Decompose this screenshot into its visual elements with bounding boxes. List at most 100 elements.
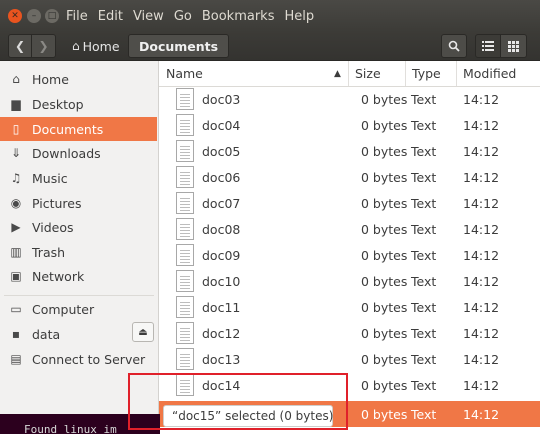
- toolbar: ❮ ❯ ⌂ Home Documents: [0, 32, 540, 61]
- menu-go[interactable]: Go: [174, 9, 192, 24]
- menu-bookmarks[interactable]: Bookmarks: [202, 9, 275, 24]
- annotation-highlight-box: [128, 373, 348, 430]
- menu-file[interactable]: File: [66, 9, 88, 24]
- table-row[interactable]: doc05 0 bytes Text 14:12: [159, 138, 540, 164]
- sidebar-item-data[interactable]: ▪ data: [0, 322, 128, 346]
- file-size: 0 bytes: [361, 247, 408, 263]
- table-row[interactable]: doc06 0 bytes Text 14:12: [159, 164, 540, 190]
- file-type: Text: [411, 247, 437, 263]
- file-size: 0 bytes: [361, 273, 408, 289]
- file-name: doc05: [202, 143, 241, 159]
- table-row[interactable]: doc08 0 bytes Text 14:12: [159, 216, 540, 242]
- grid-view-button[interactable]: [501, 34, 527, 58]
- text-file-icon: [176, 166, 194, 188]
- sidebar-item-label: Downloads: [32, 145, 101, 161]
- sidebar-item-videos[interactable]: ▶ Videos: [0, 215, 157, 239]
- maximize-window-button[interactable]: □: [45, 9, 59, 23]
- file-modified: 14:12: [463, 91, 500, 107]
- file-name: doc11: [202, 299, 241, 315]
- close-window-button[interactable]: ✕: [8, 9, 22, 23]
- sidebar-item-label: Home: [32, 71, 69, 87]
- breadcrumb-documents[interactable]: Documents: [128, 34, 230, 58]
- file-type: Text: [411, 117, 437, 133]
- file-size: 0 bytes: [361, 221, 408, 237]
- search-button[interactable]: [441, 34, 467, 58]
- file-name: doc04: [202, 117, 241, 133]
- breadcrumb-home[interactable]: ⌂ Home: [72, 34, 120, 58]
- chevron-left-icon: ❮: [14, 39, 26, 53]
- music-icon: ♫: [10, 171, 22, 185]
- network-icon: ▣: [10, 269, 22, 283]
- file-size: 0 bytes: [361, 195, 408, 211]
- table-row[interactable]: doc11 0 bytes Text 14:12: [159, 294, 540, 320]
- file-size: 0 bytes: [361, 91, 408, 107]
- sidebar-item-label: Videos: [32, 219, 74, 235]
- video-icon: ▶: [11, 220, 21, 234]
- table-row[interactable]: doc10 0 bytes Text 14:12: [159, 268, 540, 294]
- menu-bar: File Edit View Go Bookmarks Help: [66, 0, 324, 32]
- list-view-button[interactable]: [475, 34, 501, 58]
- file-size: 0 bytes: [361, 325, 408, 341]
- forward-button[interactable]: ❯: [32, 34, 56, 58]
- table-row[interactable]: doc13 0 bytes Text 14:12: [159, 346, 540, 372]
- grid-view-icon: [508, 40, 519, 52]
- sidebar-item-pictures[interactable]: ◉ Pictures: [0, 191, 157, 215]
- sidebar-item-label: Music: [32, 170, 68, 186]
- eject-button[interactable]: ⏏: [132, 322, 154, 342]
- file-type: Text: [411, 221, 437, 237]
- table-row[interactable]: doc12 0 bytes Text 14:12: [159, 320, 540, 346]
- table-row[interactable]: doc09 0 bytes Text 14:12: [159, 242, 540, 268]
- sidebar-item-label: Connect to Server: [32, 351, 146, 367]
- file-modified: 14:12: [463, 221, 500, 237]
- menu-edit[interactable]: Edit: [98, 9, 123, 24]
- file-size: 0 bytes: [361, 299, 408, 315]
- table-row[interactable]: doc04 0 bytes Text 14:12: [159, 112, 540, 138]
- table-row[interactable]: doc03 0 bytes Text 14:12: [159, 86, 540, 112]
- sidebar-item-desktop[interactable]: ▆ Desktop: [0, 92, 157, 116]
- file-name: doc13: [202, 351, 241, 367]
- sidebar-item-documents[interactable]: ▯ Documents: [0, 117, 157, 141]
- folder-icon: ▆: [11, 97, 21, 111]
- sidebar-item-trash[interactable]: ▥ Trash: [0, 240, 157, 264]
- file-type: Text: [411, 351, 437, 367]
- download-icon: ⇓: [10, 146, 22, 160]
- maximize-icon: □: [47, 10, 57, 21]
- minimize-window-button[interactable]: –: [27, 9, 41, 23]
- sidebar-item-label: Documents: [32, 121, 104, 137]
- sidebar-item-label: Desktop: [32, 96, 84, 112]
- file-size: 0 bytes: [361, 117, 408, 133]
- column-header-type[interactable]: Type: [405, 61, 456, 86]
- close-icon: ✕: [11, 10, 19, 21]
- home-icon: ⌂: [72, 39, 80, 53]
- column-header-size[interactable]: Size: [348, 61, 405, 86]
- text-file-icon: [176, 270, 194, 292]
- text-file-icon: [176, 88, 194, 110]
- menu-help[interactable]: Help: [284, 9, 314, 24]
- table-row[interactable]: doc07 0 bytes Text 14:12: [159, 190, 540, 216]
- sidebar-item-computer[interactable]: ▭ Computer: [0, 297, 157, 321]
- column-header-modified[interactable]: Modified: [456, 61, 540, 86]
- back-button[interactable]: ❮: [8, 34, 32, 58]
- file-type: Text: [411, 299, 437, 315]
- sidebar-item-downloads[interactable]: ⇓ Downloads: [0, 141, 157, 165]
- file-modified: 14:12: [463, 195, 500, 211]
- sidebar-item-network[interactable]: ▣ Network: [0, 264, 157, 288]
- sidebar-item-label: Network: [32, 268, 85, 284]
- home-icon: ⌂: [12, 72, 20, 86]
- file-modified: 14:12: [463, 273, 500, 289]
- file-modified: 14:12: [463, 247, 500, 263]
- file-name: doc09: [202, 247, 241, 263]
- file-modified: 14:12: [463, 406, 500, 422]
- file-name: doc06: [202, 169, 241, 185]
- file-name: doc07: [202, 195, 241, 211]
- sidebar-item-home[interactable]: ⌂ Home: [0, 67, 157, 91]
- sidebar-item-label: Pictures: [32, 195, 82, 211]
- sidebar-item-music[interactable]: ♫ Music: [0, 166, 157, 190]
- menu-view[interactable]: View: [133, 9, 164, 24]
- column-header-name[interactable]: Name: [159, 61, 348, 86]
- file-type: Text: [411, 169, 437, 185]
- column-header-row: Name ▲ Size Type Modified: [159, 61, 540, 87]
- file-type: Text: [411, 377, 437, 393]
- sidebar-item-connect-to-server[interactable]: ▤ Connect to Server: [0, 347, 157, 371]
- file-size: 0 bytes: [361, 377, 408, 393]
